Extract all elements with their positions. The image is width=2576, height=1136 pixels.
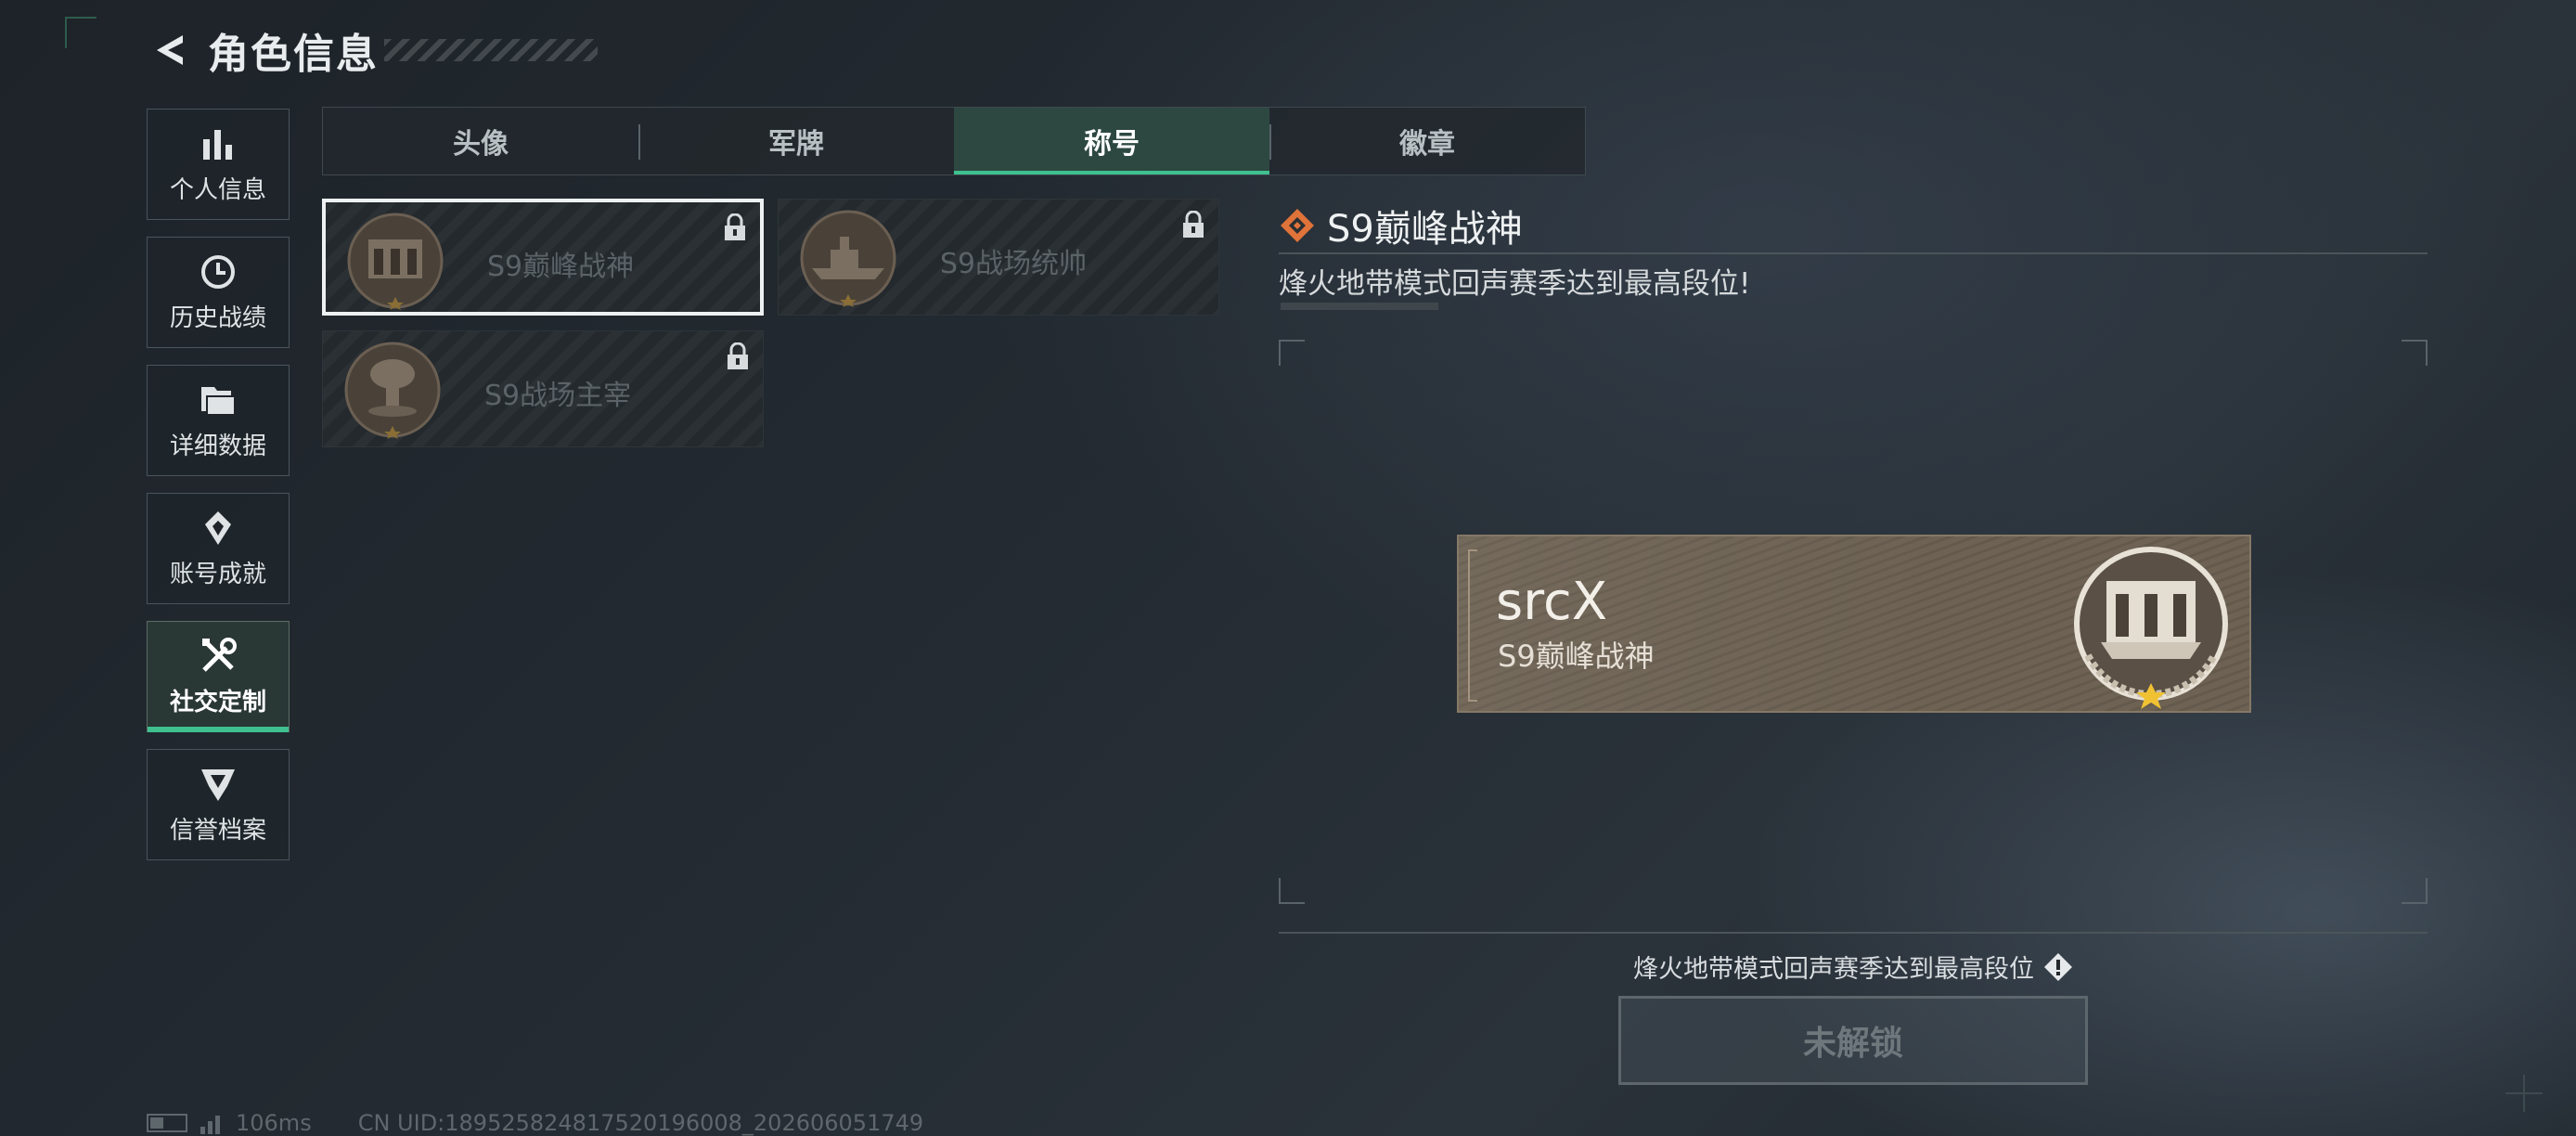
sidebar-item-label: 账号成就 (169, 560, 266, 588)
folder-icon (199, 381, 238, 420)
unlock-button-label: 未解锁 (1802, 1025, 1903, 1063)
corner-decoration (65, 17, 97, 48)
tab-label: 徽章 (1399, 128, 1455, 161)
tab-dogtag[interactable]: 军牌 (638, 108, 954, 174)
crosshair-decoration (2505, 1075, 2543, 1112)
achievement-icon (199, 509, 238, 548)
fortress-emblem-icon (347, 213, 444, 310)
divider (1279, 932, 2428, 934)
signal-icon (200, 1112, 223, 1134)
sidebar-item-achievements[interactable]: 账号成就 (147, 493, 290, 604)
uid-text: CN UID:18952582481752019600​8_2026060517… (357, 1110, 924, 1136)
sidebar-item-details[interactable]: 详细数据 (147, 365, 290, 476)
back-button[interactable] (147, 27, 193, 73)
active-indicator (148, 727, 289, 732)
divider (1279, 252, 2428, 254)
back-arrow-icon (157, 35, 183, 65)
sidebar: 个人信息 历史战绩 详细数据 账号成就 社交定制 信誉档案 (147, 109, 291, 877)
sidebar-item-label: 个人信息 (169, 175, 266, 204)
page-title: 角色信息 (208, 31, 379, 78)
tab-label: 称号 (1084, 128, 1140, 161)
unlock-condition-text: 烽火地带模式回声赛季达到最高段位 (1633, 955, 2034, 984)
title-stripes-decoration (384, 39, 598, 61)
decorative-bar (1281, 303, 1438, 310)
status-bar: 106ms CN UID:18952582481752019600​8_2026… (147, 1110, 923, 1136)
nameplate-title: S9巅峰战神 (1498, 639, 1655, 674)
tools-icon (199, 637, 238, 676)
detail-description: 烽火地带模式回声赛季达到最高段位! (1279, 267, 1751, 301)
mushroom-cloud-emblem-icon (344, 342, 441, 439)
fortress-emblem-icon (2074, 547, 2228, 709)
category-tabs: 头像 军牌 称号 徽章 (322, 107, 1586, 175)
tab-badge[interactable]: 徽章 (1269, 108, 1585, 174)
history-clock-icon (199, 252, 238, 291)
page-header: 角色信息 (147, 24, 598, 78)
battery-icon (147, 1114, 187, 1132)
title-name: S9战场统帅 (940, 248, 1088, 280)
bar-chart-icon (199, 124, 238, 163)
title-card[interactable]: S9战场统帅 (778, 199, 1219, 316)
player-name: srcX (1496, 572, 1608, 632)
ping-value: 106ms (236, 1110, 312, 1136)
sidebar-item-label: 信誉档案 (169, 816, 266, 845)
sidebar-item-label: 社交定制 (169, 688, 266, 716)
title-name: S9巅峰战神 (487, 251, 635, 283)
title-name: S9战场主宰 (484, 380, 632, 412)
lock-icon (728, 342, 748, 369)
tab-title[interactable]: 称号 (954, 108, 1269, 174)
detail-title: S9巅峰战神 (1327, 208, 1523, 251)
unlock-button[interactable]: 未解锁 (1618, 996, 2088, 1085)
nameplate-preview: srcX S9巅峰战神 (1457, 535, 2251, 713)
title-card[interactable]: S9战场主宰 (322, 330, 764, 447)
sidebar-item-label: 历史战绩 (169, 303, 266, 332)
sidebar-item-history[interactable]: 历史战绩 (147, 237, 290, 348)
tab-avatar[interactable]: 头像 (323, 108, 638, 174)
sidebar-item-social[interactable]: 社交定制 (147, 621, 290, 732)
tab-label: 军牌 (768, 128, 824, 161)
tab-active-line (954, 171, 1269, 174)
title-card[interactable]: S9巅峰战神 (322, 199, 764, 316)
warship-emblem-icon (800, 210, 896, 307)
unlock-condition: 烽火地带模式回声赛季达到最高段位 (1279, 949, 2428, 985)
tab-label: 头像 (453, 128, 509, 161)
lock-icon (725, 213, 745, 240)
sidebar-item-profile[interactable]: 个人信息 (147, 109, 290, 220)
detail-header: S9巅峰战神 (1279, 199, 1523, 252)
nameplate-edge (1468, 549, 1477, 702)
credit-shield-icon (199, 765, 238, 804)
sidebar-item-reputation[interactable]: 信誉档案 (147, 749, 290, 860)
sidebar-item-label: 详细数据 (169, 432, 266, 460)
info-diamond-icon[interactable] (2043, 952, 2073, 982)
title-diamond-icon (1281, 209, 1314, 242)
lock-icon (1183, 211, 1204, 238)
